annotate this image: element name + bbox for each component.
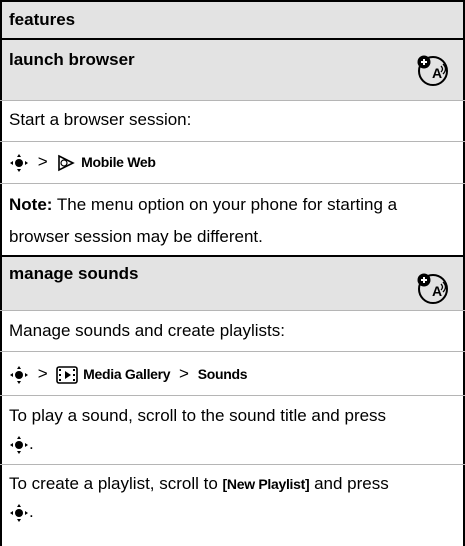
new-playlist-label: [New Playlist] [222, 476, 310, 492]
create-text-a: To create a playlist, scroll to [9, 474, 223, 493]
nav-key-icon [10, 503, 28, 522]
browser-note-line2: browser session may be different. [9, 227, 263, 246]
note-label: Note: [9, 195, 53, 214]
network-feature-badge-icon: A [417, 273, 448, 304]
separator [0, 310, 465, 311]
browser-heading-band: launch browser [2, 40, 463, 100]
browser-intro: Start a browser session: [9, 110, 192, 129]
sounds-heading: manage sounds [9, 264, 139, 283]
separator [0, 464, 465, 465]
mobile-web-icon [58, 154, 76, 171]
path-separator: > [37, 152, 48, 171]
sounds-label: Sounds [197, 366, 248, 382]
section-title: features [9, 10, 76, 29]
browser-note-line1: Note: The menu option on your phone for … [9, 195, 397, 215]
manual-page: features launch browser A Start a browse… [0, 0, 465, 546]
path-separator: > [179, 364, 189, 383]
svg-text:A: A [432, 283, 442, 299]
create-period: . [29, 502, 34, 521]
browser-path: > Mobile Web [9, 152, 156, 173]
create-text-b: and press [309, 474, 389, 493]
play-instruction-line1: To play a sound, scroll to the sound tit… [9, 406, 387, 425]
sounds-path: > Media Gallery > Sounds [9, 364, 248, 385]
media-gallery-icon [56, 365, 79, 384]
mobile-web-label: Mobile Web [81, 154, 156, 170]
sounds-intro: Manage sounds and create playlists: [9, 321, 285, 340]
separator [0, 395, 465, 396]
separator [0, 141, 465, 142]
svg-text:A: A [432, 65, 442, 81]
play-period: . [29, 434, 34, 453]
media-gallery-label: Media Gallery [83, 366, 171, 382]
nav-key-icon [10, 435, 28, 454]
separator [0, 183, 465, 184]
create-instruction-line1: To create a playlist, scroll to [New Pla… [9, 474, 389, 494]
network-feature-badge-icon: A [417, 55, 448, 86]
section-title-band: features [2, 2, 463, 38]
note-text: The menu option on your phone for starti… [52, 195, 398, 214]
separator [0, 100, 465, 101]
nav-key-icon [10, 365, 28, 384]
play-instruction-line2: . [9, 434, 34, 455]
separator [0, 351, 465, 352]
nav-key-icon [10, 153, 28, 172]
sounds-heading-band: manage sounds [2, 257, 463, 310]
create-instruction-line2: . [9, 502, 34, 523]
path-separator: > [37, 364, 48, 383]
browser-heading: launch browser [9, 50, 135, 69]
